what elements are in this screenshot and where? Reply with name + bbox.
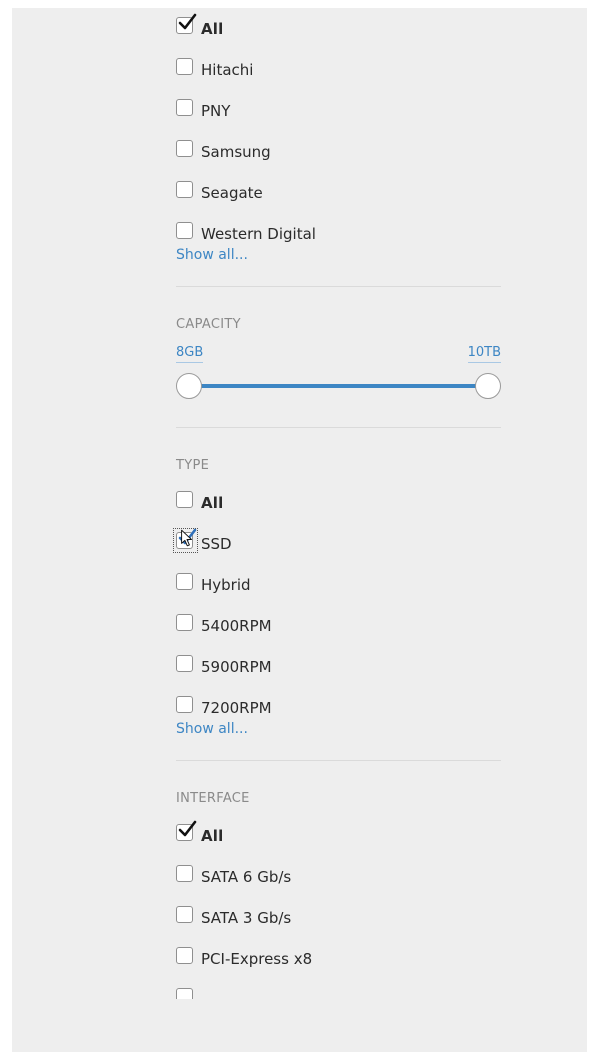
type-all-checkbox[interactable] [176, 491, 193, 508]
checkmark-icon [178, 528, 197, 545]
type-hybrid-label: Hybrid [201, 575, 251, 594]
type-option-5900rpm[interactable]: 5900RPM [176, 646, 501, 687]
brand-hitachi-checkbox[interactable] [176, 58, 193, 75]
interface-option-all[interactable]: All [176, 815, 501, 856]
type-option-hybrid[interactable]: Hybrid [176, 564, 501, 605]
capacity-range-slider[interactable] [176, 369, 501, 405]
type-5900rpm-label: 5900RPM [201, 657, 272, 676]
interface-filter-group: INTERFACE All SATA 6 Gb/s SATA 3 Gb/s PC… [176, 791, 501, 999]
interface-sata-6-label: SATA 6 Gb/s [201, 867, 292, 886]
brand-samsung-checkbox[interactable] [176, 140, 193, 157]
capacity-filter-group: CAPACITY 8GB 10TB [176, 317, 501, 405]
type-ssd-checkbox[interactable] [173, 528, 198, 553]
brand-all-label: All [201, 19, 224, 38]
brand-seagate-label: Seagate [201, 183, 263, 202]
interface-sata-3-checkbox[interactable] [176, 906, 193, 923]
capacity-max-handle[interactable] [475, 373, 501, 399]
type-option-5400rpm[interactable]: 5400RPM [176, 605, 501, 646]
brand-samsung-label: Samsung [201, 142, 271, 161]
capacity-range-labels: 8GB 10TB [176, 345, 501, 363]
type-7200rpm-label: 7200RPM [201, 698, 272, 717]
interface-option-pci-express-x8[interactable]: PCI-Express x8 [176, 938, 501, 979]
capacity-min-handle[interactable] [176, 373, 202, 399]
type-5900rpm-checkbox[interactable] [176, 655, 193, 672]
section-divider [176, 427, 501, 428]
brand-filter-group: All Hitachi PNY Samsung Seagate Western … [176, 8, 501, 270]
type-option-ssd[interactable]: SSD [173, 523, 501, 564]
type-section-title: TYPE [176, 458, 210, 473]
brand-western-digital-label: Western Digital [201, 224, 316, 243]
interface-all-label: All [201, 826, 224, 845]
type-7200rpm-checkbox[interactable] [176, 696, 193, 713]
interface-option-sata-3[interactable]: SATA 3 Gb/s [176, 897, 501, 938]
brand-all-checkbox[interactable] [176, 13, 197, 34]
type-all-label: All [201, 493, 224, 512]
brand-option-seagate[interactable]: Seagate [176, 172, 501, 213]
brand-hitachi-label: Hitachi [201, 60, 254, 79]
type-show-all-link[interactable]: Show all... [176, 720, 501, 744]
brand-pny-checkbox[interactable] [176, 99, 193, 116]
brand-option-all[interactable]: All [176, 8, 501, 49]
brand-option-pny[interactable]: PNY [176, 90, 501, 131]
interface-partial-checkbox[interactable] [176, 987, 193, 999]
interface-pci-express-x8-checkbox[interactable] [176, 947, 193, 964]
brand-pny-label: PNY [201, 101, 231, 120]
filter-sidebar: All Hitachi PNY Samsung Seagate Western … [173, 8, 501, 999]
interface-option-partial[interactable] [176, 979, 501, 999]
checkmark-icon [178, 820, 197, 837]
interface-option-sata-6[interactable]: SATA 6 Gb/s [176, 856, 501, 897]
type-hybrid-checkbox[interactable] [176, 573, 193, 590]
type-5400rpm-checkbox[interactable] [176, 614, 193, 631]
capacity-section-title: CAPACITY [176, 317, 241, 332]
type-5400rpm-label: 5400RPM [201, 616, 272, 635]
brand-western-digital-checkbox[interactable] [176, 222, 193, 239]
capacity-min-label: 8GB [176, 345, 204, 363]
type-filter-group: TYPE All SSD Hybrid 5400RPM 5900RPM 7200… [173, 458, 501, 744]
interface-all-checkbox[interactable] [176, 820, 197, 841]
brand-show-all-link[interactable]: Show all... [176, 246, 501, 270]
capacity-max-label: 10TB [467, 345, 501, 363]
brand-seagate-checkbox[interactable] [176, 181, 193, 198]
type-option-all[interactable]: All [176, 482, 501, 523]
interface-sata-6-checkbox[interactable] [176, 865, 193, 882]
brand-option-samsung[interactable]: Samsung [176, 131, 501, 172]
section-divider [176, 286, 501, 287]
brand-option-hitachi[interactable]: Hitachi [176, 49, 501, 90]
interface-pci-express-x8-label: PCI-Express x8 [201, 949, 313, 968]
section-divider [176, 760, 501, 761]
capacity-slider-track [188, 384, 489, 388]
interface-section-title: INTERFACE [176, 791, 250, 806]
type-ssd-label: SSD [201, 534, 232, 553]
checkmark-icon [178, 13, 197, 30]
interface-sata-3-label: SATA 3 Gb/s [201, 908, 292, 927]
